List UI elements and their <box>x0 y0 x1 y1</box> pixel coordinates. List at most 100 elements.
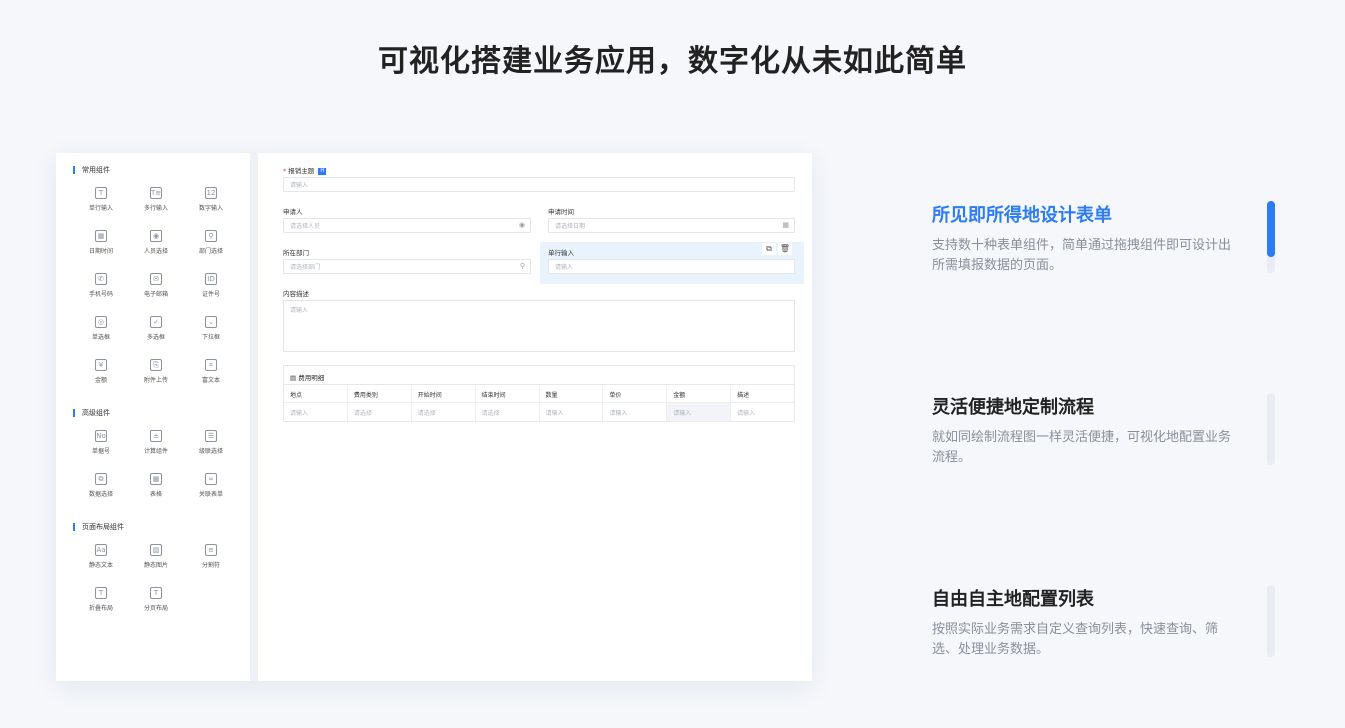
palette-item[interactable]: ≡ 分割符 <box>183 540 239 576</box>
component-icon: ∞ <box>205 473 217 485</box>
palette-item[interactable]: T 单行输入 <box>73 183 129 219</box>
palette-item[interactable]: ▦ 表格 <box>128 469 184 505</box>
palette-item[interactable]: ⌄ 下拉框 <box>183 312 239 348</box>
table-cell[interactable]: 请输入 <box>540 403 604 421</box>
dept-input[interactable]: 请选择部门 ⚲ <box>283 259 531 274</box>
component-icon: ⌗ <box>205 359 217 371</box>
palette-item-label: 电子邮箱 <box>143 291 168 298</box>
feature-title: 灵活便捷地定制流程 <box>932 397 1094 418</box>
table-cell[interactable]: 请输入 <box>667 403 732 421</box>
dept-label: 所在部门 <box>283 249 309 257</box>
table-header-row: 地点 费用类别 开始时间 结束时间 数量 单价 金额 描述 <box>284 385 794 403</box>
palette-item[interactable]: ✓ 多选框 <box>128 312 184 348</box>
page-headline: 可视化搭建业务应用，数字化从未如此简单 <box>378 44 967 79</box>
palette-item-label: 数字输入 <box>198 205 223 212</box>
progress-indicator-2[interactable] <box>1267 393 1275 465</box>
palette-item-label: 人员选择 <box>143 248 168 255</box>
table-cell[interactable]: 请选择 <box>412 403 476 421</box>
single-input-field[interactable]: 请输入 <box>548 259 795 274</box>
palette-item[interactable]: ☰ 级联选择 <box>183 426 239 462</box>
palette-item-label: 日期时间 <box>88 248 113 255</box>
palette-item[interactable]: ⚲ 部门选择 <box>183 226 239 262</box>
palette-item[interactable]: ∞ 关联表单 <box>183 469 239 505</box>
palette-item-label: 多行输入 <box>143 205 168 212</box>
palette-item-label: 金额 <box>94 377 107 384</box>
component-icon: ⎘ <box>150 359 162 371</box>
applicant-input[interactable]: 请选择人员 ◉ <box>283 218 531 233</box>
table-header-cell: 结束时间 <box>476 385 540 402</box>
palette-item[interactable]: No 单据号 <box>73 426 129 462</box>
table-cell[interactable]: 请选择 <box>348 403 412 421</box>
table-header-cell: 数量 <box>540 385 604 402</box>
component-icon: ⧉ <box>95 473 107 485</box>
palette-item-label: 手机号码 <box>88 291 113 298</box>
palette-item[interactable]: ✆ 手机号码 <box>73 269 129 305</box>
palette-item[interactable]: ⌗ 富文本 <box>183 355 239 391</box>
delete-icon[interactable]: 🗑 <box>778 243 792 255</box>
form-designer-screenshot: 常用组件 高级组件 页面布局组件 T 单行输入 T≡ 多行输入 12 数字输入 ▦ 日期时间 ◉… <box>56 153 812 681</box>
feature-list-config[interactable]: 自由自主地配置列表 按照实际业务需求自定义查询列表，快速查询、筛选、处理业务数据… <box>932 585 1242 660</box>
feature-workflow[interactable]: 灵活便捷地定制流程 就如同绘制流程图一样灵活便捷，可视化地配置业务流程。 <box>932 393 1242 468</box>
component-icon: ☰ <box>205 430 217 442</box>
table-cell[interactable]: 请选择 <box>476 403 540 421</box>
component-icon: T≡ <box>150 187 162 199</box>
palette-item[interactable]: T 分页布局 <box>128 583 184 619</box>
palette-item[interactable]: ¥ 金额 <box>73 355 129 391</box>
palette-item[interactable]: ✉ 电子邮箱 <box>128 269 184 305</box>
palette-item[interactable]: ± 计算组件 <box>128 426 184 462</box>
copy-icon[interactable]: ⧉ <box>762 243 776 255</box>
form-canvas: * 报销主题 H 请输入 申请人 请选择人员 ◉ 申请时间 请选择日期 ▦ 所在部门 请… <box>266 153 812 681</box>
component-icon: T <box>95 187 107 199</box>
table-cell[interactable]: 请输入 <box>731 403 794 421</box>
component-icon: ✉ <box>150 273 162 285</box>
component-icon: ▦ <box>95 230 107 242</box>
palette-item-label: 附件上传 <box>143 377 168 384</box>
palette-item-label: 静态图片 <box>143 562 168 569</box>
palette-item-label: 静态文本 <box>88 562 113 569</box>
palette-item[interactable]: ▦ 日期时间 <box>73 226 129 262</box>
feature-title: 所见即所得地设计表单 <box>932 205 1112 226</box>
single-input-label: 单行输入 <box>548 249 574 257</box>
palette-item[interactable]: ▨ 静态图片 <box>128 540 184 576</box>
palette-item[interactable]: T 折叠布局 <box>73 583 129 619</box>
palette-item[interactable]: ID 证件号 <box>183 269 239 305</box>
section-title-common: 常用组件 <box>73 166 110 174</box>
table-header-cell: 金额 <box>667 385 732 402</box>
palette-item[interactable]: T≡ 多行输入 <box>128 183 184 219</box>
palette-item-label: 分割符 <box>201 562 220 569</box>
palette-item-label: 计算组件 <box>143 448 168 455</box>
palette-item[interactable]: ⧉ 数据选择 <box>73 469 129 505</box>
palette-item-label: 折叠布局 <box>88 605 113 612</box>
component-icon: ◉ <box>150 230 162 242</box>
user-icon: ◉ <box>518 221 525 229</box>
progress-indicator-3[interactable] <box>1267 585 1275 657</box>
palette-item[interactable]: ◉ 人员选择 <box>128 226 184 262</box>
desc-textarea[interactable]: 请输入 <box>283 300 795 352</box>
table-header-cell: 地点 <box>284 385 348 402</box>
palette-item[interactable]: ⎘ 附件上传 <box>128 355 184 391</box>
table-row: 请输入 请选择 请选择 请选择 请输入 请输入 请输入 请输入 <box>284 403 794 421</box>
table-cell[interactable]: 请输入 <box>284 403 348 421</box>
section-title-advanced: 高级组件 <box>73 409 110 417</box>
palette-item-label: 分页布局 <box>143 605 168 612</box>
palette-item[interactable]: 12 数字输入 <box>183 183 239 219</box>
component-icon: ⚲ <box>205 230 217 242</box>
feature-desc: 支持数十种表单组件，简单通过拖拽组件即可设计出所需填报数据的页面。 <box>932 238 1232 273</box>
component-icon: Aa <box>95 544 107 556</box>
apply-time-input[interactable]: 请选择日期 ▦ <box>548 218 795 233</box>
palette-item-label: 单据号 <box>91 448 110 455</box>
progress-indicator-1[interactable] <box>1267 201 1275 273</box>
table-cell[interactable]: 请输入 <box>603 403 668 421</box>
feature-form-design[interactable]: 所见即所得地设计表单 支持数十种表单组件，简单通过拖拽组件即可设计出所需填报数据… <box>932 201 1242 276</box>
palette-item[interactable]: Aa 静态文本 <box>73 540 129 576</box>
component-icon: ▨ <box>150 544 162 556</box>
feature-title: 自由自主地配置列表 <box>932 589 1094 610</box>
heading-badge[interactable]: H <box>318 167 327 175</box>
component-icon: ¥ <box>95 359 107 371</box>
palette-item[interactable]: ◎ 单选框 <box>73 312 129 348</box>
component-palette: 常用组件 高级组件 页面布局组件 T 单行输入 T≡ 多行输入 12 数字输入 ▦ 日期时间 ◉… <box>56 153 258 681</box>
org-icon: ⚲ <box>519 262 525 270</box>
component-icon: T <box>95 587 107 599</box>
subject-input[interactable]: 请输入 <box>283 177 795 192</box>
applicant-label: 申请人 <box>283 208 303 216</box>
